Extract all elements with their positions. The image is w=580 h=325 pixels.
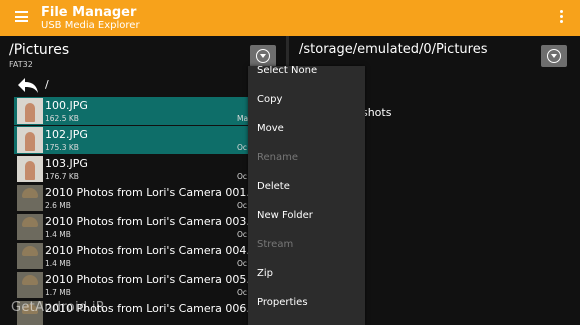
right-dropdown-button[interactable] [541, 45, 567, 67]
file-date: Oc [237, 143, 248, 152]
file-date: Oc [237, 288, 248, 297]
file-date: Oc [237, 201, 248, 210]
app-bar: File Manager USB Media Explorer [0, 0, 580, 36]
hamburger-icon[interactable] [15, 11, 28, 22]
file-date: Ma [237, 114, 249, 123]
file-name: 2010 Photos from Lori's Camera 001.JPG [45, 186, 269, 199]
image-thumbnail [17, 98, 43, 124]
file-name: 2010 Photos from Lori's Camera 005.JPG [45, 273, 269, 286]
file-size: 175.3 KB [45, 143, 79, 152]
file-name: 2010 Photos from Lori's Camera 003.JPG [45, 215, 269, 228]
menu-item-stream: Stream [257, 239, 294, 250]
file-size: 162.5 KB [45, 114, 79, 123]
file-date: Oc [237, 230, 248, 239]
right-path-title: /storage/emulated/0/Pictures [299, 42, 488, 57]
image-thumbnail [17, 185, 43, 211]
file-row[interactable]: 2010 Photos from Lori's Camera 004.JPG 1… [14, 242, 286, 270]
image-thumbnail [17, 127, 43, 153]
file-size: 1.4 MB [45, 230, 71, 239]
menu-item-rename: Rename [257, 152, 299, 163]
file-size: 1.7 MB [45, 288, 71, 297]
image-thumbnail [17, 272, 43, 298]
menu-item-select-none[interactable]: Select None [257, 66, 317, 76]
file-row[interactable]: 100.JPG 162.5 KB Ma [14, 97, 286, 125]
file-row[interactable]: 102.JPG 175.3 KB Oc [14, 126, 286, 154]
file-row[interactable]: 2010 Photos from Lori's Camera 001.JPG 2… [14, 184, 286, 212]
file-date: Oc [237, 172, 248, 181]
image-thumbnail [17, 214, 43, 240]
file-name: 103.JPG [45, 157, 88, 170]
file-row[interactable]: 103.JPG 176.7 KB Oc [14, 155, 286, 183]
file-name: 100.JPG [45, 99, 88, 112]
parent-folder-row[interactable]: / [0, 74, 286, 96]
image-thumbnail [17, 243, 43, 269]
image-thumbnail [17, 156, 43, 182]
left-pane: /Pictures FAT32 / 100.JPG 162.5 KB Ma 10… [0, 36, 286, 325]
file-name: 102.JPG [45, 128, 88, 141]
file-size: 1.4 MB [45, 259, 71, 268]
app-subtitle: USB Media Explorer [41, 20, 140, 31]
watermark: GetAndroid.iR [11, 300, 106, 315]
back-arrow-icon [18, 78, 38, 93]
left-path-title: /Pictures [9, 42, 70, 58]
parent-folder-label: / [45, 78, 49, 91]
file-name: 2010 Photos from Lori's Camera 004.JPG [45, 244, 269, 257]
file-date: Oc [237, 259, 248, 268]
overflow-menu-icon[interactable] [560, 10, 564, 26]
menu-item-delete[interactable]: Delete [257, 181, 290, 192]
context-menu: Select None Copy Move Rename Delete New … [248, 66, 365, 325]
file-size: 2.6 MB [45, 201, 71, 210]
app-title: File Manager [41, 5, 137, 20]
menu-item-copy[interactable]: Copy [257, 94, 282, 105]
file-size: 176.7 KB [45, 172, 79, 181]
file-row[interactable]: 2010 Photos from Lori's Camera 003.JPG 1… [14, 213, 286, 241]
filesystem-label: FAT32 [9, 60, 33, 69]
menu-item-move[interactable]: Move [257, 123, 284, 134]
menu-item-properties[interactable]: Properties [257, 297, 308, 308]
menu-item-zip[interactable]: Zip [257, 268, 273, 279]
menu-item-new-folder[interactable]: New Folder [257, 210, 313, 221]
file-row[interactable]: 2010 Photos from Lori's Camera 005.JPG 1… [14, 271, 286, 299]
left-dropdown-button[interactable] [250, 45, 276, 67]
